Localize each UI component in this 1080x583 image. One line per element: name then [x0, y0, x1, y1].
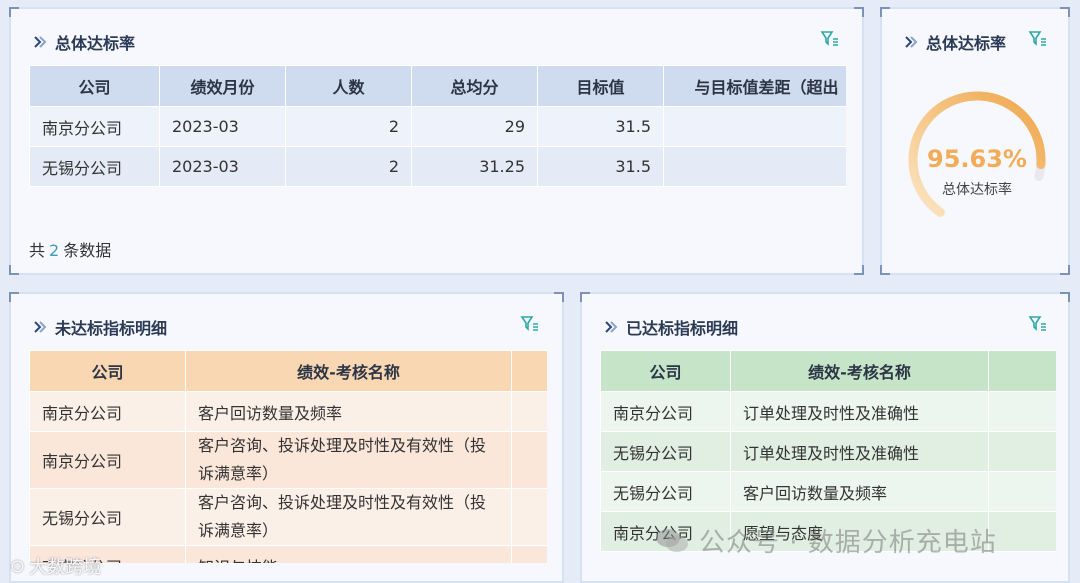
- unmet-title: 未达标指标明细: [55, 319, 168, 338]
- column-header[interactable]: 绩效-考核名称: [185, 350, 512, 392]
- table-row[interactable]: 无锡分公司 2023-03 2 31.25 31.5: [29, 146, 846, 187]
- table-cell: 客户咨询、投诉处理及时性及有效性（投诉满意率）: [185, 488, 512, 546]
- table-cell: [663, 106, 846, 147]
- table-row[interactable]: 南京分公司 客户回访数量及频率: [29, 391, 547, 432]
- table-cell: 2: [285, 146, 412, 187]
- table-cell: 南京分公司: [29, 106, 160, 147]
- table-cell: 31.5: [537, 146, 664, 187]
- table-row[interactable]: 南京分公司 客户咨询、投诉处理及时性及有效性（投诉满意率）: [29, 431, 547, 489]
- gauge-value: 95.63%: [927, 145, 1027, 173]
- column-header[interactable]: 人数: [285, 65, 412, 107]
- table-cell: 31.5: [537, 106, 664, 147]
- table-cell: 南京分公司: [600, 391, 731, 432]
- column-header[interactable]: 公司: [29, 350, 186, 392]
- panel-title: 总体达标率: [33, 31, 135, 53]
- chevron-right-icon: [34, 321, 47, 333]
- table-cell: 无锡分公司: [29, 488, 186, 546]
- panel-title: 已达标指标明细: [604, 316, 738, 338]
- table-cell: 知识与技能: [185, 545, 512, 563]
- table-cell: 2: [285, 106, 412, 147]
- overall-table-title: 总体达标率: [55, 34, 136, 53]
- table-cell: 2023-03: [159, 106, 286, 147]
- filter-icon[interactable]: [1028, 29, 1048, 49]
- column-header[interactable]: 绩效-考核名称: [730, 350, 989, 392]
- table-cell: 南京分公司: [29, 391, 186, 432]
- table-cell: [663, 146, 846, 187]
- table-row[interactable]: 无锡分公司 订单处理及时性及准确性: [600, 431, 1056, 472]
- overall-gauge-panel: 总体达标率 95.63% 总体达标率: [880, 7, 1070, 275]
- table-cell: 2023-03: [159, 146, 286, 187]
- wechat-icon: [656, 528, 688, 552]
- table-row[interactable]: 南京分公司 订单处理及时性及准确性: [600, 391, 1056, 432]
- chevron-right-icon: [34, 36, 47, 48]
- column-header[interactable]: 目标值: [537, 65, 664, 107]
- overall-table-panel: 总体达标率 公司 绩效月份 人数 总均分 目标值 与目标值差距（超出 南京分公司…: [9, 7, 864, 275]
- column-header-spacer: [988, 350, 1056, 392]
- watermark: 公众号 · 数据分析充电站: [655, 522, 997, 559]
- column-header[interactable]: 总均分: [411, 65, 538, 107]
- column-header-spacer: [511, 350, 547, 392]
- unmet-panel: 未达标指标明细 公司 绩效-考核名称 南京分公司 客户回访数量及频率 南京分公司…: [9, 292, 564, 583]
- table-cell: 订单处理及时性及准确性: [730, 391, 989, 432]
- table-cell: 订单处理及时性及准确性: [730, 431, 989, 472]
- column-header[interactable]: 与目标值差距（超出: [663, 65, 846, 107]
- panel-title: 总体达标率: [904, 31, 1006, 53]
- met-title: 已达标指标明细: [626, 319, 739, 338]
- panel-title: 未达标指标明细: [33, 316, 167, 338]
- column-header[interactable]: 公司: [29, 65, 160, 107]
- gauge-chart: 95.63% 总体达标率: [902, 85, 1052, 235]
- unmet-table: 公司 绩效-考核名称 南京分公司 客户回访数量及频率 南京分公司 客户咨询、投诉…: [29, 350, 547, 563]
- column-header[interactable]: 绩效月份: [159, 65, 286, 107]
- table-row[interactable]: 南京分公司 知识与技能: [29, 545, 547, 563]
- filter-icon[interactable]: [820, 29, 840, 49]
- table-cell: 29: [411, 106, 538, 147]
- source-logo-icon: ⊙: [10, 555, 26, 577]
- table-cell: 客户回访数量及频率: [730, 471, 989, 512]
- chevron-right-icon: [905, 36, 918, 48]
- table-row[interactable]: 无锡分公司 客户咨询、投诉处理及时性及有效性（投诉满意率）: [29, 488, 547, 546]
- column-header[interactable]: 公司: [600, 350, 731, 392]
- table-cell: 客户回访数量及频率: [185, 391, 512, 432]
- table-row[interactable]: 无锡分公司 客户回访数量及频率: [600, 471, 1056, 512]
- source-watermark: ⊙ 大数跨境: [10, 555, 102, 579]
- table-cell: 31.25: [411, 146, 538, 187]
- filter-icon[interactable]: [1028, 314, 1048, 334]
- filter-icon[interactable]: [520, 314, 540, 334]
- chevron-right-icon: [605, 321, 618, 333]
- record-count: 共 2 条数据: [29, 241, 112, 260]
- gauge-label: 总体达标率: [942, 182, 1012, 198]
- table-cell: 南京分公司: [29, 431, 186, 489]
- table-cell: 无锡分公司: [29, 146, 160, 187]
- overall-table: 公司 绩效月份 人数 总均分 目标值 与目标值差距（超出 南京分公司 2023-…: [29, 65, 846, 187]
- table-cell: 无锡分公司: [600, 471, 731, 512]
- table-cell: 无锡分公司: [600, 431, 731, 472]
- table-cell: 客户咨询、投诉处理及时性及有效性（投诉满意率）: [185, 431, 512, 489]
- gauge-panel-title: 总体达标率: [926, 34, 1007, 53]
- table-row[interactable]: 南京分公司 2023-03 2 29 31.5: [29, 106, 846, 147]
